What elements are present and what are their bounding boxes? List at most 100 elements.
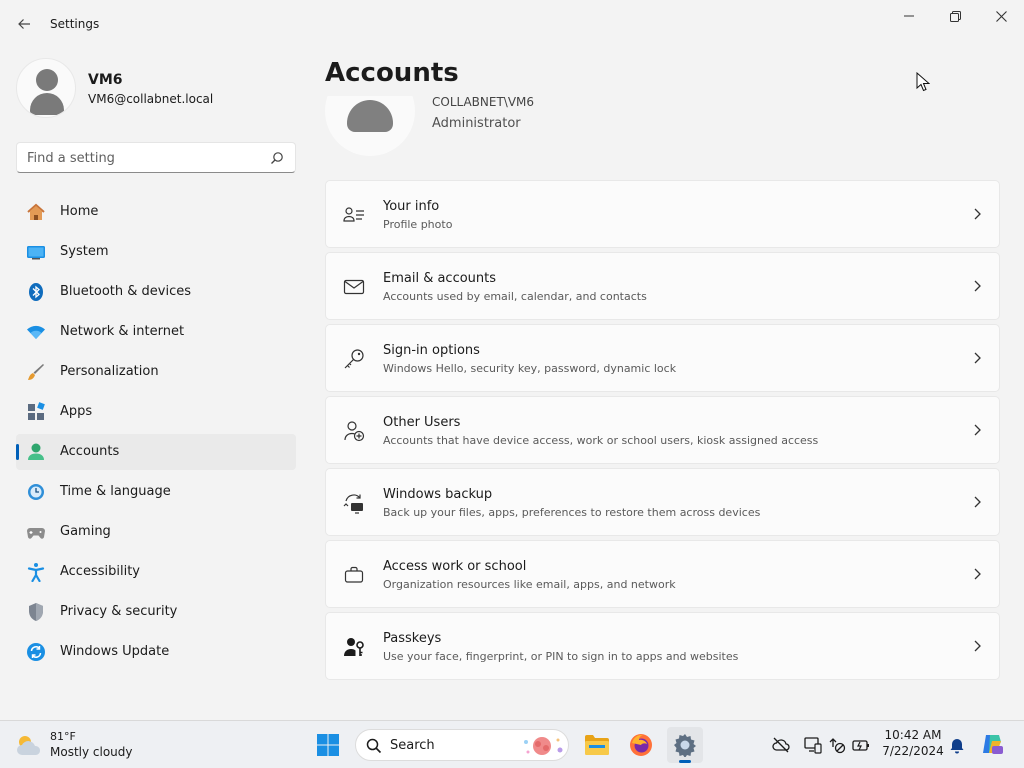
chevron-right-icon — [974, 280, 981, 292]
taskbar-search[interactable]: Search — [355, 729, 569, 761]
start-button[interactable] — [310, 727, 346, 763]
card-title: Passkeys — [383, 631, 442, 646]
sidebar-item-windows-update[interactable]: Windows Update — [16, 634, 296, 670]
card-subtitle: Accounts used by email, calendar, and co… — [383, 290, 647, 303]
sidebar-item-label: Home — [60, 204, 99, 219]
account-role: Administrator — [432, 116, 521, 131]
sidebar-item-system[interactable]: System — [16, 234, 296, 270]
brush-icon — [28, 364, 44, 380]
taskbar-search-label: Search — [390, 738, 435, 753]
windows-logo-icon — [317, 734, 339, 756]
search-icon[interactable] — [270, 151, 284, 165]
sidebar-item-home[interactable]: Home — [16, 194, 296, 230]
card-title: Sign-in options — [383, 343, 480, 358]
person-add-icon — [344, 421, 365, 442]
weather-description: Mostly cloudy — [50, 745, 133, 759]
close-button[interactable] — [978, 4, 1024, 28]
account-domain: COLLABNET\VM6 — [432, 96, 535, 109]
chevron-right-icon — [974, 424, 981, 436]
account-avatar — [325, 96, 415, 156]
sidebar-item-gaming[interactable]: Gaming — [16, 514, 296, 550]
card-passkeys[interactable]: Passkeys Use your face, fingerprint, or … — [325, 612, 1000, 680]
avatar — [16, 58, 76, 118]
account-header: COLLABNET\VM6 Administrator — [325, 96, 1000, 156]
card-other-users[interactable]: Other Users Accounts that have device ac… — [325, 396, 1000, 464]
profile-name: VM6 — [88, 72, 123, 88]
display-icon[interactable] — [804, 736, 822, 754]
bluetooth-icon — [29, 283, 43, 301]
clock-date: 7/22/2024 — [882, 744, 944, 758]
arrow-left-icon — [18, 19, 30, 29]
card-subtitle: Use your face, fingerprint, or PIN to si… — [383, 650, 739, 663]
sidebar-item-personalization[interactable]: Personalization — [16, 354, 296, 390]
card-subtitle: Organization resources like email, apps,… — [383, 578, 676, 591]
sidebar-item-accounts[interactable]: Accounts — [16, 434, 296, 470]
chevron-right-icon — [974, 496, 981, 508]
search-input[interactable] — [27, 149, 257, 167]
chevron-right-icon — [974, 352, 981, 364]
sidebar-item-label: Accessibility — [60, 564, 140, 579]
update-icon — [27, 643, 45, 661]
sidebar-item-label: Apps — [60, 404, 93, 419]
sidebar-item-apps[interactable]: Apps — [16, 394, 296, 430]
key-icon — [344, 349, 364, 369]
briefcase-icon — [344, 566, 364, 583]
search-icon — [366, 738, 382, 754]
sidebar-item-label: Network & internet — [60, 324, 185, 339]
sidebar-item-label: Accounts — [60, 444, 120, 459]
apps-icon — [28, 402, 45, 420]
battery-icon[interactable] — [852, 736, 870, 754]
accounts-icon — [28, 443, 44, 460]
sidebar-item-label: Windows Update — [60, 644, 170, 659]
sidebar: VM6 VM6@collabnet.local Home System Blue… — [0, 48, 310, 720]
sidebar-item-network[interactable]: Network & internet — [16, 314, 296, 350]
sidebar-item-label: System — [60, 244, 109, 259]
card-title: Email & accounts — [383, 271, 497, 286]
chevron-right-icon — [974, 568, 981, 580]
card-windows-backup[interactable]: Windows backup Back up your files, apps,… — [325, 468, 1000, 536]
app-title: Settings — [50, 17, 100, 31]
network-icon[interactable] — [828, 736, 846, 754]
restore-icon — [949, 10, 961, 22]
card-subtitle: Accounts that have device access, work o… — [383, 434, 819, 447]
sidebar-item-accessibility[interactable]: Accessibility — [16, 554, 296, 590]
restore-button[interactable] — [932, 4, 978, 28]
page-title: Accounts — [325, 58, 459, 88]
taskbar-file-explorer[interactable] — [579, 727, 615, 763]
card-subtitle: Profile photo — [383, 218, 453, 231]
notification-bell-icon[interactable] — [948, 736, 966, 754]
card-title: Your info — [383, 199, 440, 214]
clock-time: 10:42 AM — [884, 728, 942, 742]
gamepad-icon — [27, 528, 45, 539]
title-bar: Settings — [0, 0, 1024, 48]
shield-icon — [29, 603, 43, 621]
card-title: Access work or school — [383, 559, 527, 574]
wifi-icon — [27, 325, 45, 339]
sidebar-item-bluetooth[interactable]: Bluetooth & devices — [16, 274, 296, 310]
cloud-offline-icon[interactable] — [772, 736, 790, 754]
minimize-button[interactable] — [886, 4, 932, 28]
weather-widget[interactable]: 81°F Mostly cloudy — [14, 729, 154, 761]
find-setting-search — [16, 142, 296, 173]
user-profile[interactable]: VM6 VM6@collabnet.local — [16, 58, 296, 118]
profile-email: VM6@collabnet.local — [88, 92, 214, 106]
card-title: Other Users — [383, 415, 461, 430]
taskbar-clock[interactable]: 10:42 AM 7/22/2024 — [880, 728, 946, 758]
weather-temperature: 81°F — [50, 730, 76, 743]
card-email-accounts[interactable]: Email & accounts Accounts used by email,… — [325, 252, 1000, 320]
card-your-info[interactable]: Your info Profile photo — [325, 180, 1000, 248]
chevron-right-icon — [974, 208, 981, 220]
card-sign-in-options[interactable]: Sign-in options Windows Hello, security … — [325, 324, 1000, 392]
accounts-settings-list: Your info Profile photo Email & accounts… — [325, 180, 1000, 684]
cloud-sun-icon — [17, 736, 41, 755]
back-button[interactable] — [12, 12, 36, 36]
sidebar-item-time-language[interactable]: Time & language — [16, 474, 296, 510]
taskbar-settings[interactable] — [667, 727, 703, 763]
sidebar-item-label: Time & language — [60, 484, 171, 499]
card-subtitle: Back up your files, apps, preferences to… — [383, 506, 761, 519]
sidebar-item-label: Gaming — [60, 524, 111, 539]
taskbar-firefox[interactable] — [623, 727, 659, 763]
sidebar-item-privacy-security[interactable]: Privacy & security — [16, 594, 296, 630]
card-access-work-school[interactable]: Access work or school Organization resou… — [325, 540, 1000, 608]
copilot-icon[interactable] — [980, 732, 1004, 756]
